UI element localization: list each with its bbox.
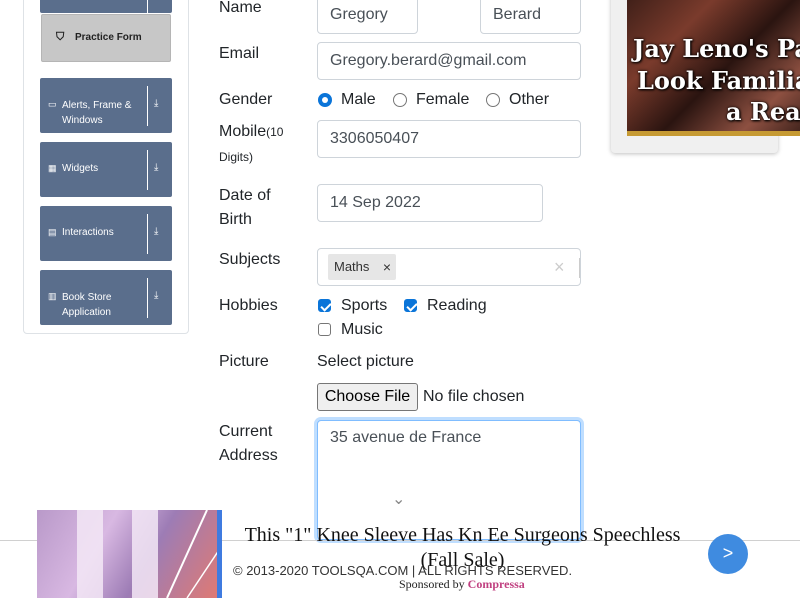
email-label: Email (219, 45, 260, 62)
banner-ad-image[interactable] (37, 510, 219, 598)
last-name-input[interactable]: Berard (480, 0, 581, 34)
hobby-music-label[interactable]: Music (341, 320, 383, 340)
subjects-label: Subjects (219, 251, 281, 268)
html5-icon: ⛉ (56, 31, 65, 43)
choose-file-button[interactable]: Choose File (317, 383, 418, 411)
dob-label-line2: Birth (219, 211, 252, 228)
sidebar-group-interactions[interactable]: ▤ Interactions ⤓ (40, 206, 172, 261)
hobby-sports-checkbox[interactable] (318, 299, 331, 312)
download-icon[interactable]: ⤓ (154, 290, 158, 301)
sidebar-group-alerts[interactable]: ▭ Alerts, Frame & Windows ⤓ (40, 78, 172, 133)
ad-top-line2: Look Familiar (637, 66, 800, 95)
ad-top-line1: Jay Leno's Par (633, 34, 800, 63)
download-icon[interactable]: ⤓ (154, 98, 158, 109)
sidebar-group-widgets[interactable]: ▦ Widgets ⤓ (40, 142, 172, 197)
sidebar-divider (147, 86, 148, 126)
gender-other-radio[interactable] (486, 93, 500, 107)
sidebar-item-practice-form[interactable]: ⛉ Practice Form (41, 14, 171, 62)
sponsor-link[interactable]: Compressa (468, 577, 525, 591)
sidebar-group-label: Widgets (62, 163, 99, 174)
hobby-music-checkbox[interactable] (318, 323, 331, 336)
no-file-chosen-text: No file chosen (423, 388, 525, 405)
next-arrow-button[interactable]: > (708, 534, 748, 574)
name-label: Name (219, 0, 262, 16)
sidebar-group-forms[interactable] (40, 0, 172, 13)
hobby-reading-checkbox[interactable] (404, 299, 417, 312)
sidebar-group-book-store[interactable]: ▥ Book Store Application ⤓ (40, 270, 172, 325)
sidebar-group-label: Interactions (62, 227, 114, 238)
sidebar: ⛉ Practice Form ▭ Alerts, Frame & Window… (23, 0, 189, 334)
books-icon: ▥ (48, 291, 57, 301)
grid-icon: ▦ (48, 163, 57, 173)
current-address-value: 35 avenue de France (330, 429, 482, 446)
address-label-line2: Address (219, 447, 278, 464)
picture-label: Picture (219, 353, 269, 370)
sidebar-divider (147, 214, 148, 254)
ad-top-line3: a Reas (726, 97, 800, 126)
gender-female-label[interactable]: Female (416, 90, 469, 110)
ad-top-image[interactable]: Jay Leno's Par Look Familiar a Reas (627, 0, 800, 136)
hobby-sports-label[interactable]: Sports (341, 296, 387, 316)
sidebar-divider (147, 0, 148, 13)
date-of-birth-input[interactable]: 14 Sep 2022 (317, 184, 543, 222)
banner-accent-bar (217, 510, 222, 598)
address-label-line1: Current (219, 423, 273, 440)
download-icon[interactable]: ⤓ (154, 226, 158, 237)
gender-other-label[interactable]: Other (509, 90, 549, 110)
gender-female-radio[interactable] (393, 93, 407, 107)
box-icon: ▤ (48, 227, 57, 237)
sidebar-group-label: Alerts, Frame & Windows (62, 100, 132, 126)
mobile-hint: Digits) (219, 150, 254, 164)
knee-sleeve-illustration (77, 510, 219, 598)
sidebar-divider (147, 278, 148, 318)
download-icon[interactable]: ⤓ (154, 162, 158, 173)
subject-chip-label: Maths (334, 259, 370, 274)
gender-label: Gender (219, 91, 273, 108)
dob-label-line1: Date of (219, 187, 271, 204)
sponsored-by: Sponsored by Compressa (399, 577, 525, 591)
sidebar-item-label: Practice Form (75, 32, 142, 43)
hobbies-label: Hobbies (219, 297, 278, 314)
window-icon: ▭ (48, 99, 57, 109)
select-picture-label: Select picture (317, 353, 414, 370)
mobile-label: Mobile(10 (219, 123, 284, 140)
subjects-input[interactable]: Maths × × (317, 248, 581, 286)
chip-remove-icon[interactable]: × (378, 254, 396, 280)
chevron-down-icon: ⌄ (392, 491, 406, 508)
input-separator (579, 258, 580, 278)
gender-male-radio[interactable] (318, 93, 332, 107)
current-address-textarea[interactable]: 35 avenue de France ⌄ (317, 420, 581, 540)
subject-chip: Maths × (328, 254, 396, 280)
sidebar-divider (147, 150, 148, 190)
gender-male-label[interactable]: Male (341, 90, 376, 110)
mobile-input[interactable]: 3306050407 (317, 120, 581, 158)
first-name-input[interactable]: Gregory (317, 0, 418, 34)
email-input[interactable]: Gregory.berard@gmail.com (317, 42, 581, 80)
sidebar-group-label: Book Store Application (62, 292, 112, 318)
clear-all-icon[interactable]: × (554, 249, 565, 285)
hobby-reading-label[interactable]: Reading (427, 296, 487, 316)
footer-copyright: © 2013-2020 TOOLSQA.COM | ALL RIGHTS RES… (233, 563, 573, 578)
